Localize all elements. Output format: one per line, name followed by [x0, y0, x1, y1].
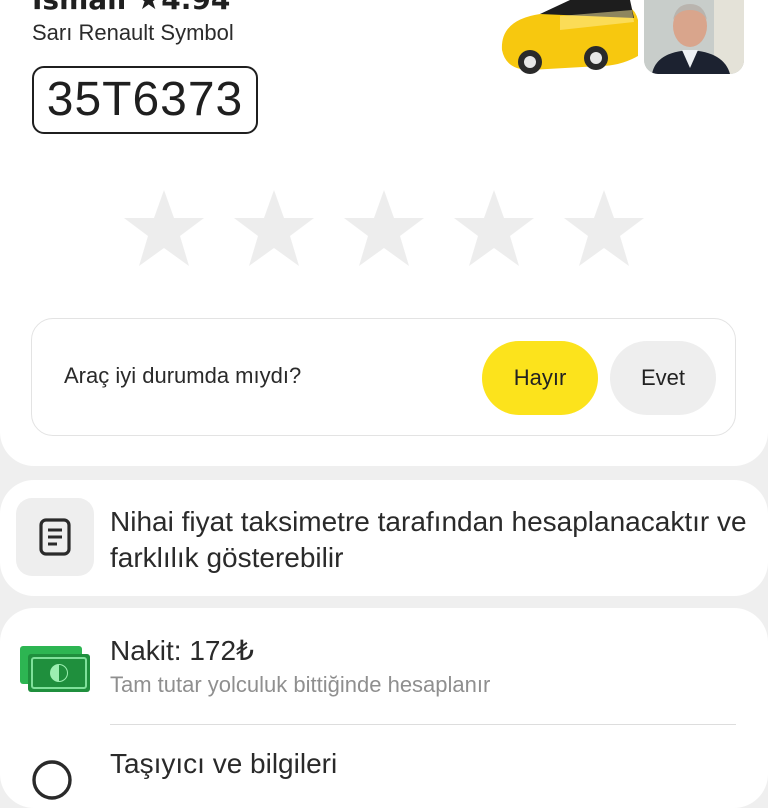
taxi-car-image — [501, 0, 638, 74]
yes-button[interactable]: Evet — [610, 341, 716, 415]
star-rating[interactable] — [120, 188, 650, 268]
payment-card[interactable]: Nakit: 172₺ Tam tutar yolculuk bittiğind… — [0, 608, 768, 808]
no-button[interactable]: Hayır — [482, 341, 598, 415]
driver-avatar[interactable] — [644, 0, 744, 74]
vehicle-condition-card: Araç iyi durumda mıydı? Hayır Evet — [31, 318, 736, 436]
price-note-text: Nihai fiyat taksimetre tarafından hesapl… — [110, 506, 747, 573]
payment-method-amount: Nakit: 172₺ — [110, 635, 254, 666]
star-4-icon[interactable] — [450, 188, 538, 268]
price-note-card: Nihai fiyat taksimetre tarafından hesapl… — [0, 480, 768, 596]
star-5-icon[interactable] — [560, 188, 648, 268]
driver-rating: ★4.94 — [136, 0, 230, 16]
driver-photo — [644, 0, 744, 74]
driver-name: İsmail — [32, 0, 126, 16]
car-description: Sarı Renault Symbol — [32, 20, 234, 45]
vehicle-condition-question: Araç iyi durumda mıydı? — [64, 363, 302, 388]
star-2-icon[interactable] — [230, 188, 318, 268]
payment-subtitle: Tam tutar yolculuk bittiğinde hesaplanır — [110, 672, 491, 697]
cash-icon — [20, 646, 90, 692]
star-3-icon[interactable] — [340, 188, 428, 268]
receipt-icon — [16, 498, 94, 576]
carrier-info-title[interactable]: Taşıyıcı ve bilgileri — [110, 748, 337, 780]
driver-name-rating: İsmail ★4.94 — [32, 0, 230, 14]
info-icon — [32, 760, 72, 800]
star-1-icon[interactable] — [120, 188, 208, 268]
license-plate: 35T6373 — [32, 66, 258, 134]
divider — [110, 724, 736, 725]
